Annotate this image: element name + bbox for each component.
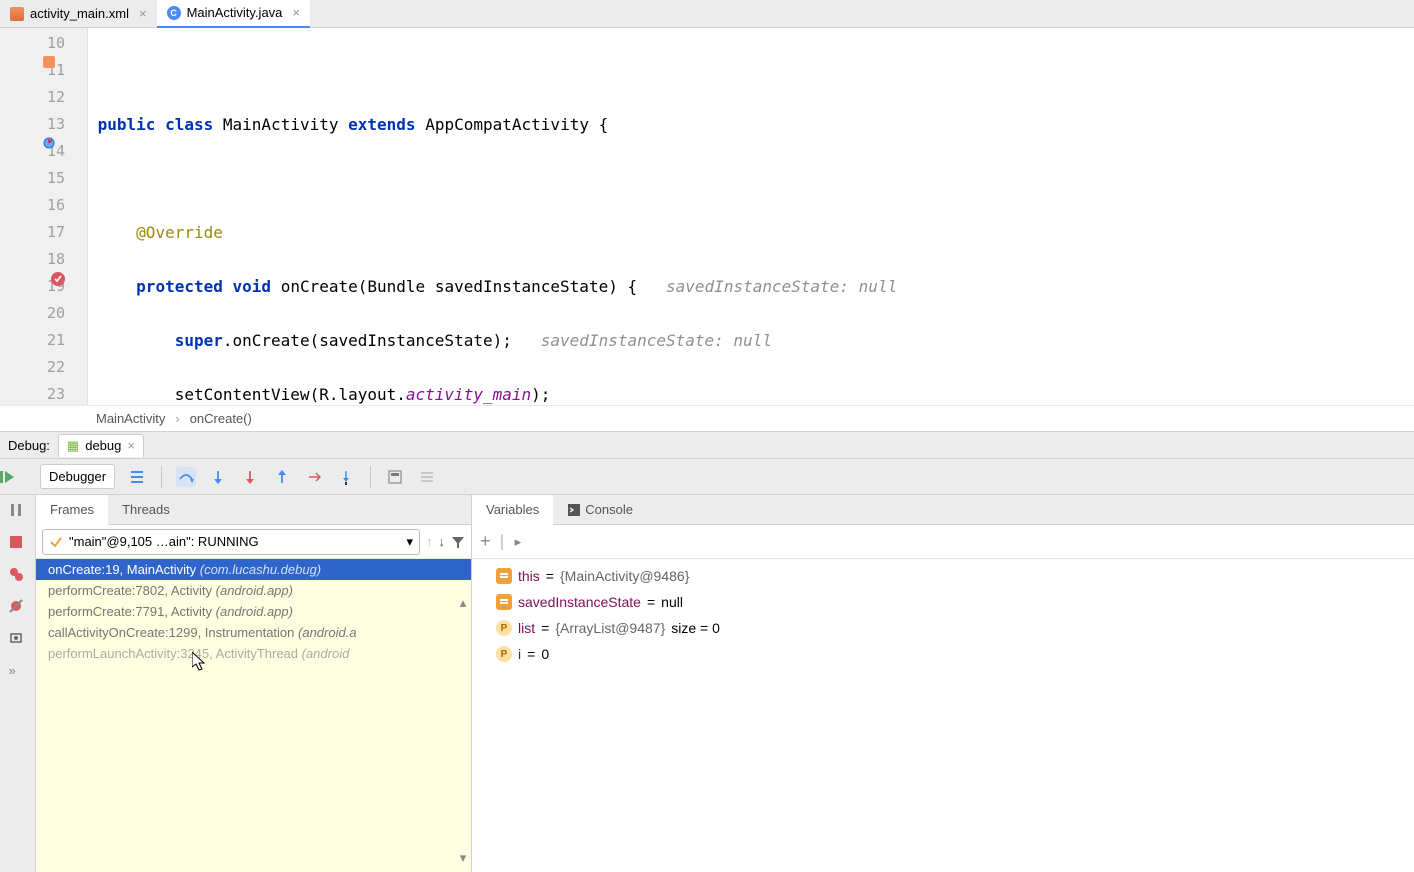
console-tab[interactable]: Console	[553, 495, 647, 525]
breadcrumb: MainActivity › onCreate()	[0, 405, 1414, 431]
java-file-icon: C	[167, 6, 181, 20]
scroll-up-icon[interactable]: ▴	[460, 595, 467, 611]
debug-toolbar: Debugger	[0, 459, 1414, 495]
step-out-icon[interactable]	[272, 467, 292, 487]
show-execution-point-icon[interactable]	[127, 467, 147, 487]
debug-label: Debug:	[8, 438, 50, 453]
console-icon	[567, 503, 581, 517]
breadcrumb-class[interactable]: MainActivity	[96, 411, 165, 426]
variable-row[interactable]: P i = 0	[480, 641, 1406, 667]
frames-list: onCreate:19, MainActivity (com.lucashu.d…	[36, 559, 471, 872]
variable-row[interactable]: this = {MainActivity@9486}	[480, 563, 1406, 589]
variables-list: this = {MainActivity@9486} savedInstance…	[472, 559, 1414, 872]
tab-activity-main-xml[interactable]: activity_main.xml ×	[0, 0, 157, 28]
run-to-cursor-icon[interactable]	[336, 467, 356, 487]
pause-program-icon[interactable]	[9, 503, 27, 521]
get-thread-dump-icon[interactable]	[9, 631, 27, 649]
class-icon	[42, 55, 56, 69]
debug-session-tab[interactable]: ▦ debug ×	[58, 434, 144, 457]
frames-panel: Frames Threads "main"@9,105 …ain": RUNNI…	[36, 495, 472, 872]
breadcrumb-method[interactable]: onCreate()	[190, 411, 252, 426]
next-frame-icon[interactable]: ↓	[439, 534, 446, 549]
tab-label: activity_main.xml	[30, 6, 129, 21]
debug-tool-window-header: Debug: ▦ debug ×	[0, 431, 1414, 459]
android-icon: ▦	[67, 438, 79, 454]
new-watch-icon[interactable]: +	[480, 531, 491, 552]
expand-icon[interactable]: ▸	[515, 534, 522, 550]
variable-row[interactable]: savedInstanceState = null	[480, 589, 1406, 615]
step-into-icon[interactable]	[208, 467, 228, 487]
frame-item[interactable]: onCreate:19, MainActivity (com.lucashu.d…	[36, 559, 471, 580]
breakpoint-icon[interactable]	[50, 271, 66, 287]
resume-program-icon[interactable]	[0, 470, 36, 484]
line-number-gutter: 1011121314151617181920212223242526272829	[0, 28, 88, 405]
chevron-down-icon: ▾	[406, 534, 413, 550]
debug-panel-body: » Frames Threads "main"@9,105 …ain": RUN…	[0, 495, 1414, 872]
check-icon	[49, 535, 63, 549]
variable-row[interactable]: P list = {ArrayList@9487} size = 0	[480, 615, 1406, 641]
close-icon[interactable]: ×	[292, 5, 300, 20]
tab-label: MainActivity.java	[187, 5, 283, 20]
view-breakpoints-icon[interactable]	[9, 567, 27, 585]
filter-icon[interactable]	[451, 535, 465, 549]
debugger-tab[interactable]: Debugger	[40, 464, 115, 489]
drop-frame-icon[interactable]	[304, 467, 324, 487]
prev-frame-icon[interactable]: ↑	[426, 534, 433, 549]
primitive-icon: P	[496, 646, 512, 662]
close-icon[interactable]: ×	[139, 6, 147, 21]
stop-icon[interactable]	[9, 535, 27, 553]
mute-breakpoints-icon[interactable]	[9, 599, 27, 617]
method-separator-icon	[42, 136, 56, 150]
variables-tab[interactable]: Variables	[472, 495, 553, 525]
debug-left-rail: »	[0, 495, 36, 872]
scroll-down-icon[interactable]: ▾	[460, 850, 467, 866]
trace-current-stream-chain-icon[interactable]	[417, 467, 437, 487]
xml-file-icon	[10, 7, 24, 21]
tab-main-activity-java[interactable]: C MainActivity.java ×	[157, 0, 310, 28]
threads-tab[interactable]: Threads	[108, 495, 184, 525]
variables-panel: Variables Console + │ ▸ this = {MainActi…	[472, 495, 1414, 872]
frame-item[interactable]: callActivityOnCreate:1299, Instrumentati…	[36, 622, 471, 643]
close-icon[interactable]: ×	[127, 438, 135, 453]
more-icon[interactable]: »	[9, 663, 27, 681]
frame-item[interactable]: performCreate:7791, Activity (android.ap…	[36, 601, 471, 622]
object-icon	[496, 568, 512, 584]
evaluate-expression-icon[interactable]	[385, 467, 405, 487]
code-content[interactable]: public class MainActivity extends AppCom…	[88, 28, 1414, 405]
frame-item[interactable]: performCreate:7802, Activity (android.ap…	[36, 580, 471, 601]
thread-selector[interactable]: "main"@9,105 …ain": RUNNING ▾	[42, 529, 420, 555]
primitive-icon: P	[496, 620, 512, 636]
force-step-into-icon[interactable]	[240, 467, 260, 487]
code-editor[interactable]: 1011121314151617181920212223242526272829…	[0, 28, 1414, 405]
object-icon	[496, 594, 512, 610]
file-tabs: activity_main.xml × C MainActivity.java …	[0, 0, 1414, 28]
frame-item[interactable]: performLaunchActivity:3245, ActivityThre…	[36, 643, 471, 664]
frames-tab[interactable]: Frames	[36, 495, 108, 525]
step-over-icon[interactable]	[176, 467, 196, 487]
